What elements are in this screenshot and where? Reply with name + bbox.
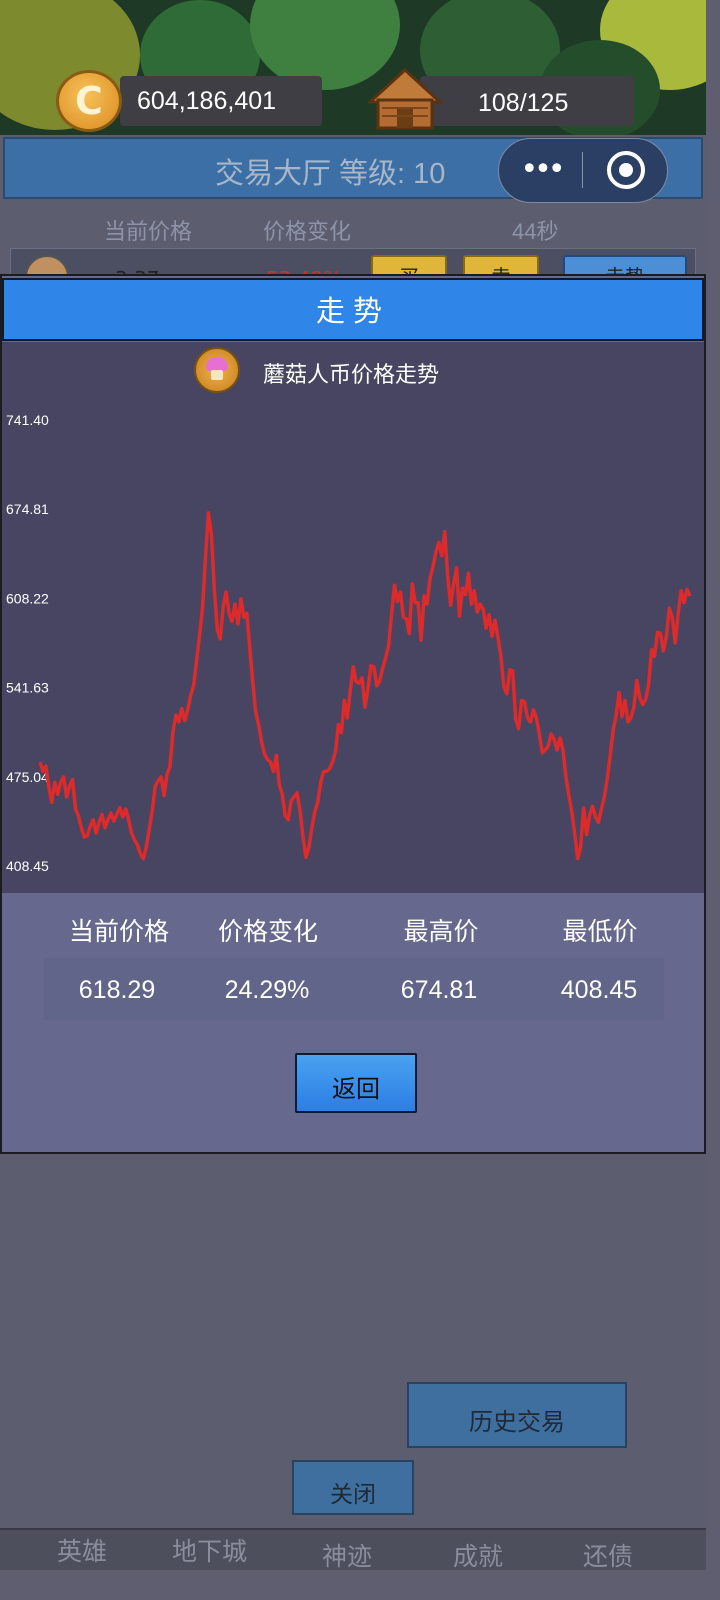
capsule-divider [582, 152, 583, 188]
chart-title: 蘑菇人币价格走势 [263, 362, 440, 387]
history-trades-label: 历史交易 [469, 1409, 565, 1436]
mushroom-coin-icon [194, 347, 240, 393]
history-trades-button[interactable]: 历史交易 [407, 1382, 627, 1448]
close-miniprogram-icon[interactable] [607, 151, 645, 189]
stat-value-price-change: 24.29% [224, 976, 310, 1004]
y-tick-label: 408.45 [6, 858, 49, 874]
house-icon [368, 68, 442, 130]
population-count: 108/125 [478, 89, 569, 117]
close-button-label: 关闭 [330, 1481, 376, 1507]
gold-coin-icon: C [56, 70, 122, 132]
y-tick-label: 608.22 [6, 590, 49, 606]
nav-item-miracles[interactable]: 神迹 [322, 1537, 372, 1573]
stat-header-low: 最低价 [562, 918, 638, 946]
price-chart: 741.40674.81608.22541.63475.04408.45 [6, 412, 692, 874]
stat-value-current-price: 618.29 [78, 976, 156, 1004]
nav-item-dungeon[interactable]: 地下城 [172, 1532, 247, 1568]
series-group [38, 511, 692, 861]
nav-item-heroes[interactable]: 英雄 [57, 1532, 107, 1568]
nav-item-achievements[interactable]: 成就 [453, 1537, 503, 1573]
nav-item-repay-debt[interactable]: 还债 [583, 1537, 633, 1573]
stat-header-high: 最高价 [403, 918, 479, 946]
stat-header-price-change: 价格变化 [217, 918, 318, 946]
stat-header-current-price: 当前价格 [68, 918, 169, 946]
price-series-line [38, 511, 692, 861]
y-tick-label: 674.81 [6, 501, 49, 517]
refresh-timer: 44秒 [512, 219, 559, 244]
column-price-change: 价格变化 [263, 219, 352, 244]
more-options-icon[interactable]: ••• [518, 152, 565, 188]
y-tick-label: 741.40 [6, 412, 49, 428]
back-button-label: 返回 [332, 1076, 380, 1103]
close-button[interactable]: 关闭 [292, 1460, 414, 1515]
stat-value-low: 408.45 [560, 976, 638, 1004]
back-button[interactable]: 返回 [295, 1053, 417, 1113]
trend-modal-title: 走势 [315, 296, 390, 328]
column-current-price: 当前价格 [104, 219, 193, 244]
y-axis-ticks: 741.40674.81608.22541.63475.04408.45 [6, 412, 49, 874]
gold-amount: 604,186,401 [137, 87, 277, 115]
trading-hall-title: 交易大厅 等级: 10 [215, 158, 446, 190]
stat-value-high: 674.81 [400, 976, 478, 1004]
y-tick-label: 541.63 [6, 680, 49, 696]
